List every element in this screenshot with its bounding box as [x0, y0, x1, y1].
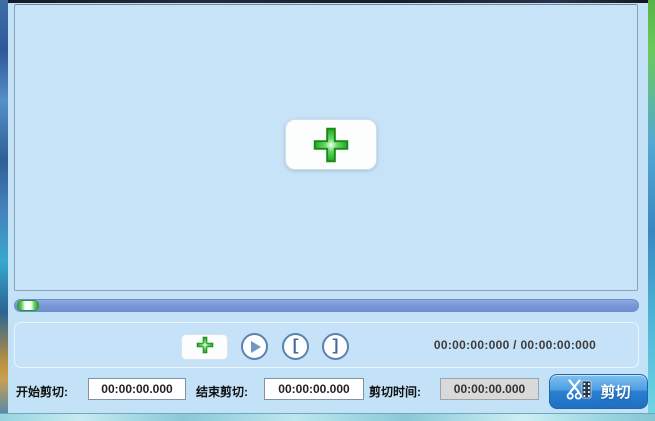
plus-icon: [194, 334, 216, 361]
playback-toolbar: [ ] 00:00:00:000 / 00:00:00:000: [14, 322, 639, 368]
window-glass-border-left: [0, 0, 8, 421]
play-icon: [251, 340, 261, 353]
bracket-open-icon: [: [290, 336, 301, 355]
mark-end-button[interactable]: ]: [322, 333, 349, 360]
add-video-button[interactable]: [285, 119, 377, 170]
seek-slider-track[interactable]: [14, 299, 639, 312]
mark-start-button[interactable]: [: [282, 333, 309, 360]
start-cut-input[interactable]: [88, 378, 186, 400]
cut-duration-label: 剪切时间:: [369, 385, 421, 399]
end-cut-input[interactable]: [264, 378, 364, 400]
play-button[interactable]: [241, 333, 268, 360]
bracket-close-icon: ]: [330, 336, 341, 355]
cut-duration-value: [440, 378, 539, 400]
video-preview-area: [14, 4, 638, 291]
toolbar-add-file-button[interactable]: [181, 334, 228, 360]
cut-button[interactable]: 剪切: [549, 374, 648, 409]
window-glass-border-bottom: [0, 413, 655, 421]
start-cut-label: 开始剪切:: [16, 385, 68, 399]
video-cutter-window: [ ] 00:00:00:000 / 00:00:00:000 开始剪切: 结束…: [0, 0, 655, 421]
end-cut-label: 结束剪切:: [196, 385, 248, 399]
time-display: 00:00:00:000 / 00:00:00:000: [433, 338, 597, 352]
scissors-film-icon: [566, 378, 593, 406]
window-glass-border-right: [648, 0, 655, 421]
cut-controls-row: 开始剪切: 结束剪切: 剪切时间:: [0, 372, 655, 412]
plus-icon: [308, 122, 354, 168]
seek-slider-thumb[interactable]: [17, 300, 39, 311]
cut-button-label: 剪切: [600, 384, 631, 401]
